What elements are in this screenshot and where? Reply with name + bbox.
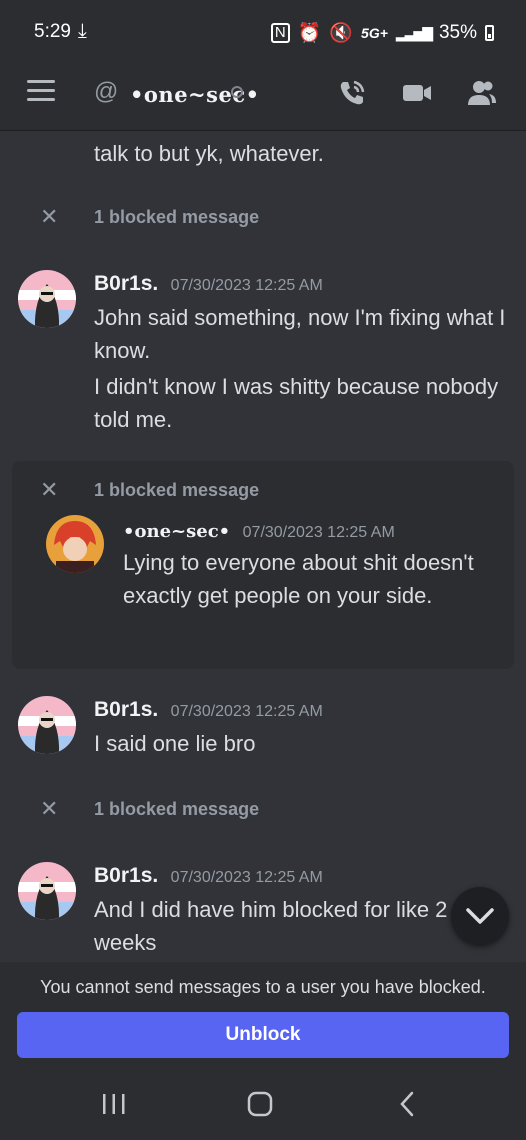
unblock-button[interactable]: Unblock: [17, 1012, 509, 1058]
blocked-message-row[interactable]: ✕ 1 blocked message: [0, 199, 526, 239]
close-icon: ✕: [40, 204, 59, 229]
close-icon: ✕: [40, 796, 59, 821]
channel-header: @ •one~sec•: [0, 62, 526, 131]
battery-icon: [485, 25, 494, 41]
nfc-icon: N: [270, 23, 290, 43]
expanded-blocked-messages: ✕ 1 blocked message •one~sec• 07/30/2023…: [12, 461, 514, 669]
timestamp: 07/30/2023 12:25 AM: [170, 703, 323, 720]
message-text: Lying to everyone about shit doesn't exa…: [123, 550, 474, 608]
status-time: 5:29: [34, 21, 71, 42]
mute-icon: 🔇: [329, 23, 354, 44]
username[interactable]: •one~sec•: [123, 521, 230, 542]
user-avatar-icon: [18, 270, 76, 328]
blocked-message-label[interactable]: 1 blocked message: [94, 480, 259, 501]
status-bar: 5:29 ⤓ N ⏰ 🔇 5G+ ▂▃▅▇ 35%: [0, 0, 526, 62]
back-icon[interactable]: [396, 1090, 420, 1118]
user-avatar-icon: [18, 696, 76, 754]
message-text: I didn't know I was shitty because nobod…: [94, 374, 499, 432]
username[interactable]: B0r1s.: [94, 864, 158, 887]
message-list[interactable]: talk to but yk, whatever. ✕ 1 blocked me…: [0, 131, 526, 962]
status-icons: N ⏰ 🔇 5G+ ▂▃▅▇ 35%: [270, 21, 494, 45]
user-avatar-icon: [18, 862, 76, 920]
blocked-message-row[interactable]: ✕ 1 blocked message: [0, 791, 526, 831]
menu-icon[interactable]: [27, 80, 55, 102]
avatar[interactable]: [18, 270, 76, 328]
timestamp: 07/30/2023 12:25 AM: [242, 524, 395, 541]
signal-icon: ▂▃▅▇: [395, 24, 433, 41]
battery-level: 35%: [438, 22, 477, 43]
system-nav-bar: [0, 1068, 526, 1140]
avatar[interactable]: [46, 515, 104, 573]
timestamp: 07/30/2023 12:25 AM: [170, 277, 323, 294]
voice-call-icon[interactable]: [335, 76, 369, 110]
close-icon[interactable]: ✕: [40, 477, 58, 503]
message-text: John said something, now I'm fixing what…: [94, 305, 506, 363]
timestamp: 07/30/2023 12:25 AM: [170, 869, 323, 886]
members-icon[interactable]: [465, 76, 499, 110]
message-text: I said one lie bro: [94, 731, 256, 756]
download-icon: ⤓: [78, 20, 87, 42]
offline-status-icon: [231, 86, 243, 98]
username[interactable]: B0r1s.: [94, 698, 158, 721]
user-avatar-icon: [46, 515, 104, 573]
chevron-down-icon: [466, 908, 494, 924]
network-label: 5G+: [361, 25, 388, 41]
blocked-message-label: 1 blocked message: [94, 207, 260, 227]
blocked-notice: You cannot send messages to a user you h…: [40, 977, 486, 997]
alarm-icon: ⏰: [297, 23, 322, 44]
avatar[interactable]: [18, 696, 76, 754]
video-call-icon[interactable]: [400, 76, 434, 110]
message-text-partial: talk to but yk, whatever.: [94, 141, 324, 166]
home-icon[interactable]: [246, 1090, 274, 1118]
scroll-to-bottom-button[interactable]: [451, 887, 509, 945]
recent-apps-icon[interactable]: [100, 1092, 128, 1116]
avatar[interactable]: [18, 862, 76, 920]
at-icon: @: [94, 78, 119, 105]
blocked-message-label: 1 blocked message: [94, 799, 260, 819]
username[interactable]: B0r1s.: [94, 272, 158, 295]
